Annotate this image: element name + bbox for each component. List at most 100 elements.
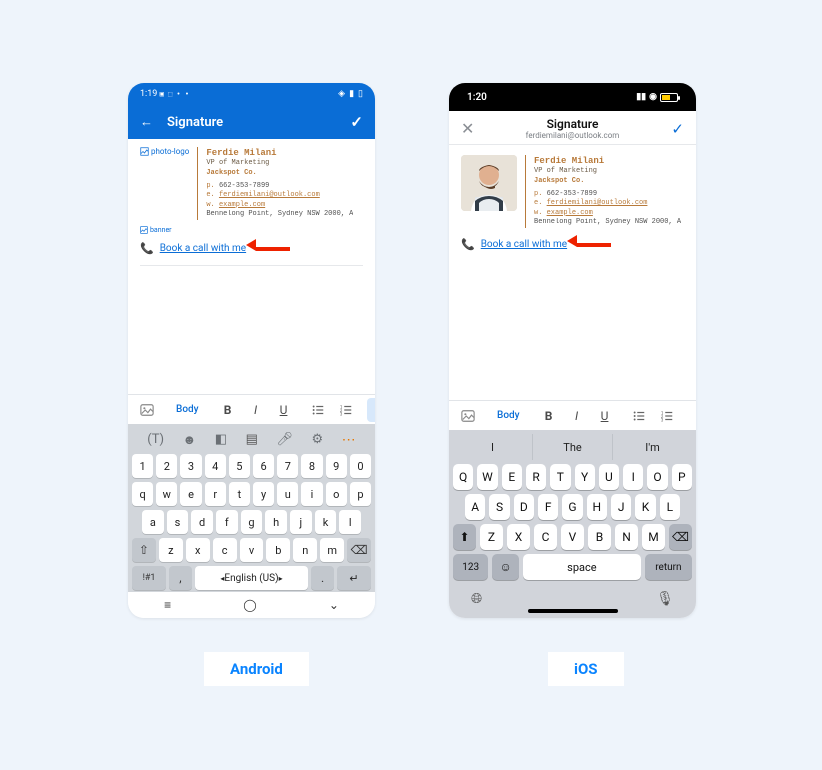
italic-button[interactable]: I [564,404,590,428]
key-2[interactable]: 2 [156,454,177,478]
key-x[interactable]: X [507,524,530,550]
numbered-list-button[interactable]: 123 [654,404,680,428]
underline-button[interactable]: U [592,404,618,428]
mic-icon[interactable]: 🎤︎ [276,432,293,448]
key-v[interactable]: v [240,538,264,562]
book-call-link[interactable]: Book a call with me [160,243,246,254]
key-p[interactable]: P [672,464,692,490]
key-d[interactable]: d [191,510,213,534]
symbols-key[interactable]: !#1 [132,566,166,590]
key-y[interactable]: y [253,482,274,506]
key-m[interactable]: M [642,524,665,550]
book-call-link[interactable]: Book a call with me [481,239,567,250]
key-l[interactable]: l [339,510,361,534]
insert-image-button[interactable] [455,404,481,428]
backspace-key[interactable]: ⌫ [669,524,692,550]
key-n[interactable]: n [293,538,317,562]
key-8[interactable]: 8 [301,454,322,478]
key-i[interactable]: I [623,464,643,490]
key-0[interactable]: 0 [350,454,371,478]
key-r[interactable]: R [526,464,546,490]
more-icon[interactable]: ⋯ [342,432,356,448]
key-d[interactable]: D [514,494,534,520]
key-c[interactable]: C [534,524,557,550]
link-button[interactable] [367,398,375,422]
suggestion-1[interactable]: I [453,434,533,460]
insert-image-button[interactable] [134,398,160,422]
suggestion-3[interactable]: I'm [613,434,692,460]
shift-key[interactable]: ⇧ [132,538,156,562]
key-h[interactable]: H [587,494,607,520]
back-arrow-icon[interactable]: ← [140,114,153,130]
key-k[interactable]: K [635,494,655,520]
italic-button[interactable]: I [243,398,269,422]
numbered-list-button[interactable]: 123 [333,398,359,422]
dot-key[interactable]: . [311,566,334,590]
sig-web-link[interactable]: example.com [219,201,265,209]
dictation-icon[interactable]: 🎙︎ [656,591,674,607]
key-c[interactable]: c [213,538,237,562]
key-7[interactable]: 7 [277,454,298,478]
home-indicator[interactable] [528,609,618,613]
key-9[interactable]: 9 [326,454,347,478]
key-e[interactable]: e [180,482,201,506]
gear-icon[interactable]: ⚙ [311,432,323,448]
key-w[interactable]: W [477,464,497,490]
body-style-button[interactable]: Body [489,404,528,428]
underline-button[interactable]: U [271,398,297,422]
key-o[interactable]: O [647,464,667,490]
confirm-check-icon[interactable]: ✓ [350,113,363,131]
emoji-icon[interactable]: ☻ [183,432,197,448]
key-y[interactable]: Y [575,464,595,490]
key-n[interactable]: N [615,524,638,550]
text-icon[interactable]: (T) [147,432,164,448]
enter-key[interactable]: ↵ [337,566,371,590]
sig-email-link[interactable]: ferdiemilani@outlook.com [547,199,648,207]
key-l[interactable]: L [660,494,680,520]
close-icon[interactable]: ✕ [461,119,474,138]
suggestion-2[interactable]: The [533,434,613,460]
space-key[interactable]: space [523,554,641,580]
key-b[interactable]: B [588,524,611,550]
clipboard-icon[interactable]: ▤ [246,432,258,448]
bullet-list-button[interactable] [626,404,652,428]
confirm-check-icon[interactable]: ✓ [671,120,684,138]
key-r[interactable]: r [205,482,226,506]
key-6[interactable]: 6 [253,454,274,478]
key-m[interactable]: m [320,538,344,562]
key-x[interactable]: x [186,538,210,562]
key-s[interactable]: s [167,510,189,534]
sticker-icon[interactable]: ◧ [215,432,227,448]
key-a[interactable]: A [465,494,485,520]
key-t[interactable]: t [229,482,250,506]
sig-web-link[interactable]: example.com [547,209,593,217]
key-o[interactable]: o [326,482,347,506]
backspace-key[interactable]: ⌫ [347,538,371,562]
collapse-icon[interactable]: ⌄ [329,598,339,612]
key-3[interactable]: 3 [180,454,201,478]
comma-key[interactable]: , [169,566,192,590]
key-i[interactable]: i [301,482,322,506]
return-key[interactable]: return [645,554,692,580]
space-key[interactable]: ◂ English (US) ▸ [195,566,309,590]
key-a[interactable]: a [142,510,164,534]
key-h[interactable]: h [265,510,287,534]
key-w[interactable]: w [156,482,177,506]
key-u[interactable]: U [599,464,619,490]
key-f[interactable]: F [538,494,558,520]
key-p[interactable]: p [350,482,371,506]
key-4[interactable]: 4 [205,454,226,478]
bold-button[interactable]: B [536,404,562,428]
key-5[interactable]: 5 [229,454,250,478]
key-1[interactable]: 1 [132,454,153,478]
sig-email-link[interactable]: ferdiemilani@outlook.com [219,191,320,199]
key-e[interactable]: E [502,464,522,490]
body-style-button[interactable]: Body [168,398,207,422]
ios-keyboard[interactable]: I The I'm Q W E R T Y U I O P A S D F [449,430,696,618]
key-b[interactable]: b [266,538,290,562]
recents-icon[interactable]: ≡ [164,598,171,612]
key-q[interactable]: Q [453,464,473,490]
bullet-list-button[interactable] [305,398,331,422]
android-keyboard[interactable]: (T) ☻ ◧ ▤ 🎤︎ ⚙ ⋯ 1 2 3 4 5 6 7 8 9 0 [128,424,375,592]
key-v[interactable]: V [561,524,584,550]
